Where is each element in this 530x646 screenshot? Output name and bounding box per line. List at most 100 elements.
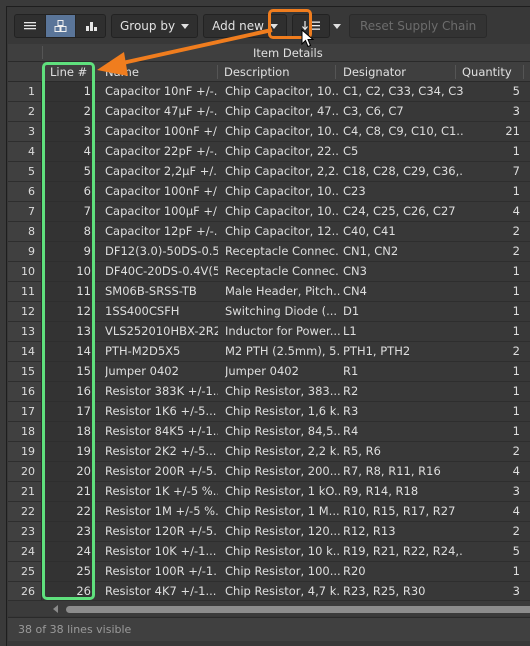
cell-line[interactable]: 16: [43, 382, 93, 401]
cell-designator[interactable]: R10, R15, R17, R27: [343, 502, 463, 521]
chart-view-button[interactable]: [75, 15, 105, 37]
table-row[interactable]: 11 11 SM06B-SRSS-TB Male Header, Pitch... CN…: [8, 282, 530, 302]
cell-line[interactable]: 22: [43, 502, 93, 521]
cell-description[interactable]: Chip Capacitor, 10...: [225, 202, 340, 221]
row-number[interactable]: 16: [8, 382, 42, 401]
table-row[interactable]: 20 20 Resistor 200R +/-5... Chip Resistor, …: [8, 462, 530, 482]
cell-line[interactable]: 10: [43, 262, 93, 281]
cell-designator[interactable]: R5, R6: [343, 442, 463, 461]
table-row[interactable]: 4 4 Capacitor 22pF +/-... Chip Capacitor, 2…: [8, 142, 530, 162]
cell-line[interactable]: 19: [43, 442, 93, 461]
cell-description[interactable]: Receptacle Connec...: [225, 242, 340, 261]
cell-description[interactable]: Chip Resistor, 1 M...: [225, 502, 340, 521]
cell-name[interactable]: Resistor 1K +/-5 %...: [105, 482, 218, 501]
cell-quantity[interactable]: 1: [463, 562, 520, 581]
column-divider[interactable]: [523, 65, 524, 79]
table-row[interactable]: 23 23 Resistor 120R +/-5... Chip Resistor, …: [8, 522, 530, 542]
row-number[interactable]: 5: [8, 162, 42, 181]
cell-name[interactable]: VLS252010HBX-2R2...: [105, 322, 218, 341]
cell-designator[interactable]: CN1, CN2: [343, 242, 463, 261]
row-number[interactable]: 13: [8, 322, 42, 341]
table-row[interactable]: 15 15 Jumper 0402 Jumper 0402 R1 1: [8, 362, 530, 382]
cell-description[interactable]: Chip Resistor, 1,6 k...: [225, 402, 340, 421]
table-row[interactable]: 19 19 Resistor 2K2 +/-5... Chip Resistor, 2…: [8, 442, 530, 462]
cell-quantity[interactable]: 4: [463, 202, 520, 221]
cell-quantity[interactable]: 1: [463, 262, 520, 281]
cell-line[interactable]: 4: [43, 142, 93, 161]
cell-line[interactable]: 1: [43, 82, 93, 101]
cell-designator[interactable]: L1: [343, 322, 463, 341]
cell-description[interactable]: Male Header, Pitch...: [225, 282, 340, 301]
cell-name[interactable]: PTH-M2D5X5: [105, 342, 218, 361]
cell-line[interactable]: 9: [43, 242, 93, 261]
cell-name[interactable]: 1SS400CSFH: [105, 302, 218, 321]
column-divider[interactable]: [217, 65, 218, 79]
cell-name[interactable]: Resistor 120R +/-5...: [105, 522, 218, 541]
cell-name[interactable]: Capacitor 100nF +/...: [105, 122, 218, 141]
cell-line[interactable]: 21: [43, 482, 93, 501]
cell-description[interactable]: Chip Capacitor, 47...: [225, 102, 340, 121]
row-number[interactable]: 11: [8, 282, 42, 301]
cell-line[interactable]: 7: [43, 202, 93, 221]
horizontal-scrollbar[interactable]: [8, 600, 530, 616]
cell-line[interactable]: 3: [43, 122, 93, 141]
cell-name[interactable]: Resistor 1M +/-5 %...: [105, 502, 218, 521]
cell-quantity[interactable]: 3: [463, 582, 520, 601]
cell-description[interactable]: Inductor for Power...: [225, 322, 340, 341]
cell-line[interactable]: 14: [43, 342, 93, 361]
cell-designator[interactable]: R2: [343, 382, 463, 401]
cell-line[interactable]: 5: [43, 162, 93, 181]
cell-description[interactable]: M2 PTH (2.5mm), 5...: [225, 342, 340, 361]
row-number[interactable]: 21: [8, 482, 42, 501]
cell-description[interactable]: Chip Resistor, 84,5...: [225, 422, 340, 441]
cell-quantity[interactable]: 21: [463, 122, 520, 141]
table-row[interactable]: 12 12 1SS400CSFH Switching Diode (... D1 1: [8, 302, 530, 322]
cell-line[interactable]: 26: [43, 582, 93, 601]
cell-description[interactable]: Chip Capacitor, 2,2...: [225, 162, 340, 181]
cell-quantity[interactable]: 2: [463, 522, 520, 541]
cell-description[interactable]: Chip Resistor, 10 k...: [225, 542, 340, 561]
cell-quantity[interactable]: 2: [463, 222, 520, 241]
cell-quantity[interactable]: 5: [463, 542, 520, 561]
row-number[interactable]: 12: [8, 302, 42, 321]
cell-designator[interactable]: R19, R21, R22, R24,...: [343, 542, 463, 561]
column-header-line[interactable]: Line #: [50, 65, 87, 79]
cell-quantity[interactable]: 1: [463, 282, 520, 301]
cell-quantity[interactable]: 1: [463, 382, 520, 401]
row-number[interactable]: 9: [8, 242, 42, 261]
row-number[interactable]: 23: [8, 522, 42, 541]
cell-designator[interactable]: PTH1, PTH2: [343, 342, 463, 361]
cell-designator[interactable]: C40, C41: [343, 222, 463, 241]
cell-name[interactable]: Jumper 0402: [105, 362, 218, 381]
cell-designator[interactable]: C3, C6, C7: [343, 102, 463, 121]
cell-quantity[interactable]: 5: [463, 82, 520, 101]
cell-designator[interactable]: C18, C28, C29, C36,...: [343, 162, 463, 181]
cell-name[interactable]: SM06B-SRSS-TB: [105, 282, 218, 301]
column-header-designator[interactable]: Designator: [343, 65, 406, 79]
cell-quantity[interactable]: 2: [463, 342, 520, 361]
list-view-button[interactable]: [15, 15, 45, 37]
cell-line[interactable]: 12: [43, 302, 93, 321]
table-row[interactable]: 1313 VLS252010HBX-2R2... Inductor for Powe…: [8, 322, 530, 342]
table-row[interactable]: 25 25 Resistor 100R +/-1... Chip Resistor, …: [8, 562, 530, 582]
column-divider[interactable]: [455, 65, 456, 79]
cell-designator[interactable]: R9, R14, R18: [343, 482, 463, 501]
cell-quantity[interactable]: 2: [463, 242, 520, 261]
cell-quantity[interactable]: 1: [463, 322, 520, 341]
cell-name[interactable]: DF40C-20DS-0.4V(51): [105, 262, 218, 281]
cell-designator[interactable]: C4, C8, C9, C10, C1...: [343, 122, 463, 141]
cell-description[interactable]: Chip Capacitor, 10...: [225, 182, 340, 201]
cell-description[interactable]: Jumper 0402: [225, 362, 340, 381]
cell-quantity[interactable]: 3: [463, 102, 520, 121]
cell-quantity[interactable]: 1: [463, 422, 520, 441]
table-row[interactable]: 24 24 Resistor 10K +/-1... Chip Resistor, 1…: [8, 542, 530, 562]
cell-description[interactable]: Chip Capacitor, 22...: [225, 142, 340, 161]
cell-name[interactable]: Capacitor 100µF +/...: [105, 202, 218, 221]
cell-designator[interactable]: CN3: [343, 262, 463, 281]
cell-name[interactable]: Resistor 383K +/-1...: [105, 382, 218, 401]
table-row[interactable]: 21 21 Resistor 1K +/-5 %... Chip Resistor, …: [8, 482, 530, 502]
cell-quantity[interactable]: 4: [463, 502, 520, 521]
cell-description[interactable]: Switching Diode (...: [225, 302, 340, 321]
cell-quantity[interactable]: 1: [463, 182, 520, 201]
cell-designator[interactable]: CN4: [343, 282, 463, 301]
